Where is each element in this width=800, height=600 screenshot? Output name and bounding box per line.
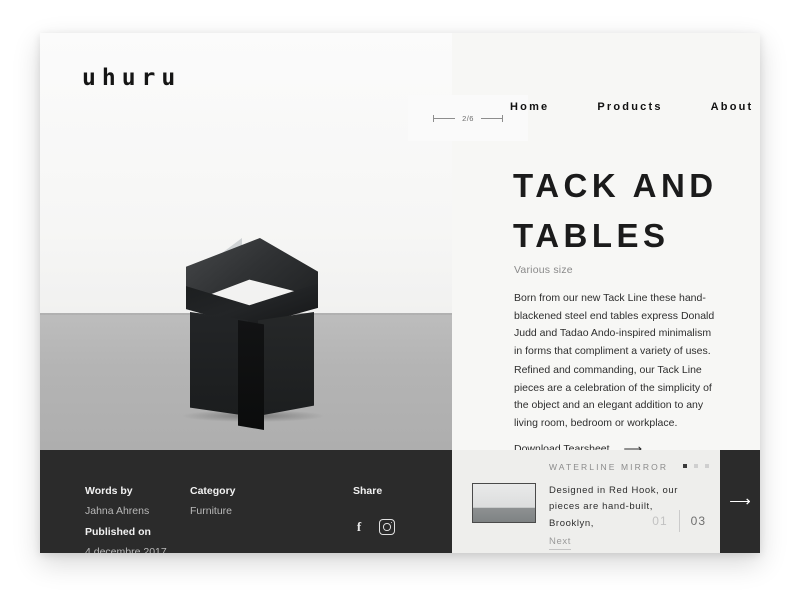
product-photo <box>40 33 452 450</box>
page-title: TACK AND TABLES <box>513 167 718 254</box>
preview-city: Brooklyn, <box>549 518 595 529</box>
counter-rule-right <box>480 114 503 122</box>
counter-rule-left <box>433 114 456 122</box>
social-links: f <box>353 519 395 535</box>
arrow-right-icon: ⟶ <box>729 493 751 510</box>
page-root: uhuru Home Products About 2/6 TACK AND T… <box>0 0 800 600</box>
product-size-label: Various size <box>514 264 573 276</box>
next-product-preview-card[interactable]: WATERLINE MIRROR Designed in Red Hook, o… <box>452 450 720 553</box>
nav-item-products[interactable]: Products <box>597 101 662 113</box>
meta-published-label: Published on <box>85 526 151 538</box>
preview-dot-2[interactable] <box>694 464 698 468</box>
main-navigation: Home Products About <box>510 101 753 113</box>
meta-category-label: Category <box>190 485 236 497</box>
meta-published-on: Published on 4 decembre 2017 <box>85 526 167 553</box>
meta-words-by-label: Words by <box>85 485 133 497</box>
meta-words-by: Words by Jahna Ahrens <box>85 485 149 517</box>
description-paragraph-2: Refined and commanding, our Tack Line pi… <box>514 364 712 429</box>
meta-category-value: Furniture <box>190 505 233 517</box>
slide-counter-value: 2/6 <box>462 113 474 123</box>
description-paragraph-1: Born from our new Tack Line these hand-b… <box>514 292 715 357</box>
preview-title: WATERLINE MIRROR <box>549 462 669 472</box>
share-label: Share <box>353 485 383 497</box>
brand-logo[interactable]: uhuru <box>82 65 181 91</box>
instagram-icon[interactable] <box>379 519 395 535</box>
preview-thumbnail[interactable] <box>472 483 536 523</box>
next-slide-button[interactable]: ⟶ <box>720 450 760 553</box>
preview-page-total: 03 <box>690 514 706 528</box>
product-image-column <box>40 33 452 450</box>
facebook-icon[interactable]: f <box>353 519 365 535</box>
tack-end-table-object <box>182 238 324 430</box>
meta-share: Share f <box>353 485 395 535</box>
article-card: uhuru Home Products About 2/6 TACK AND T… <box>40 33 760 553</box>
meta-category: Category Furniture <box>190 485 236 517</box>
hero-section: uhuru Home Products About 2/6 TACK AND T… <box>40 33 760 455</box>
meta-words-by-value: Jahna Ahrens <box>85 505 150 517</box>
table-center-leg <box>238 320 264 430</box>
nav-item-home[interactable]: Home <box>510 101 549 113</box>
nav-item-about[interactable]: About <box>711 101 754 113</box>
preview-pagination: 01 03 <box>652 510 706 532</box>
meta-published-value: 4 decembre 2017 <box>85 546 167 553</box>
preview-next-link[interactable]: Next <box>549 536 571 550</box>
preview-page-separator <box>678 510 680 532</box>
preview-dots <box>683 464 709 468</box>
preview-dot-1[interactable] <box>683 464 687 468</box>
preview-dot-3[interactable] <box>705 464 709 468</box>
table-right-leg <box>258 312 314 416</box>
preview-page-current: 01 <box>652 514 668 528</box>
